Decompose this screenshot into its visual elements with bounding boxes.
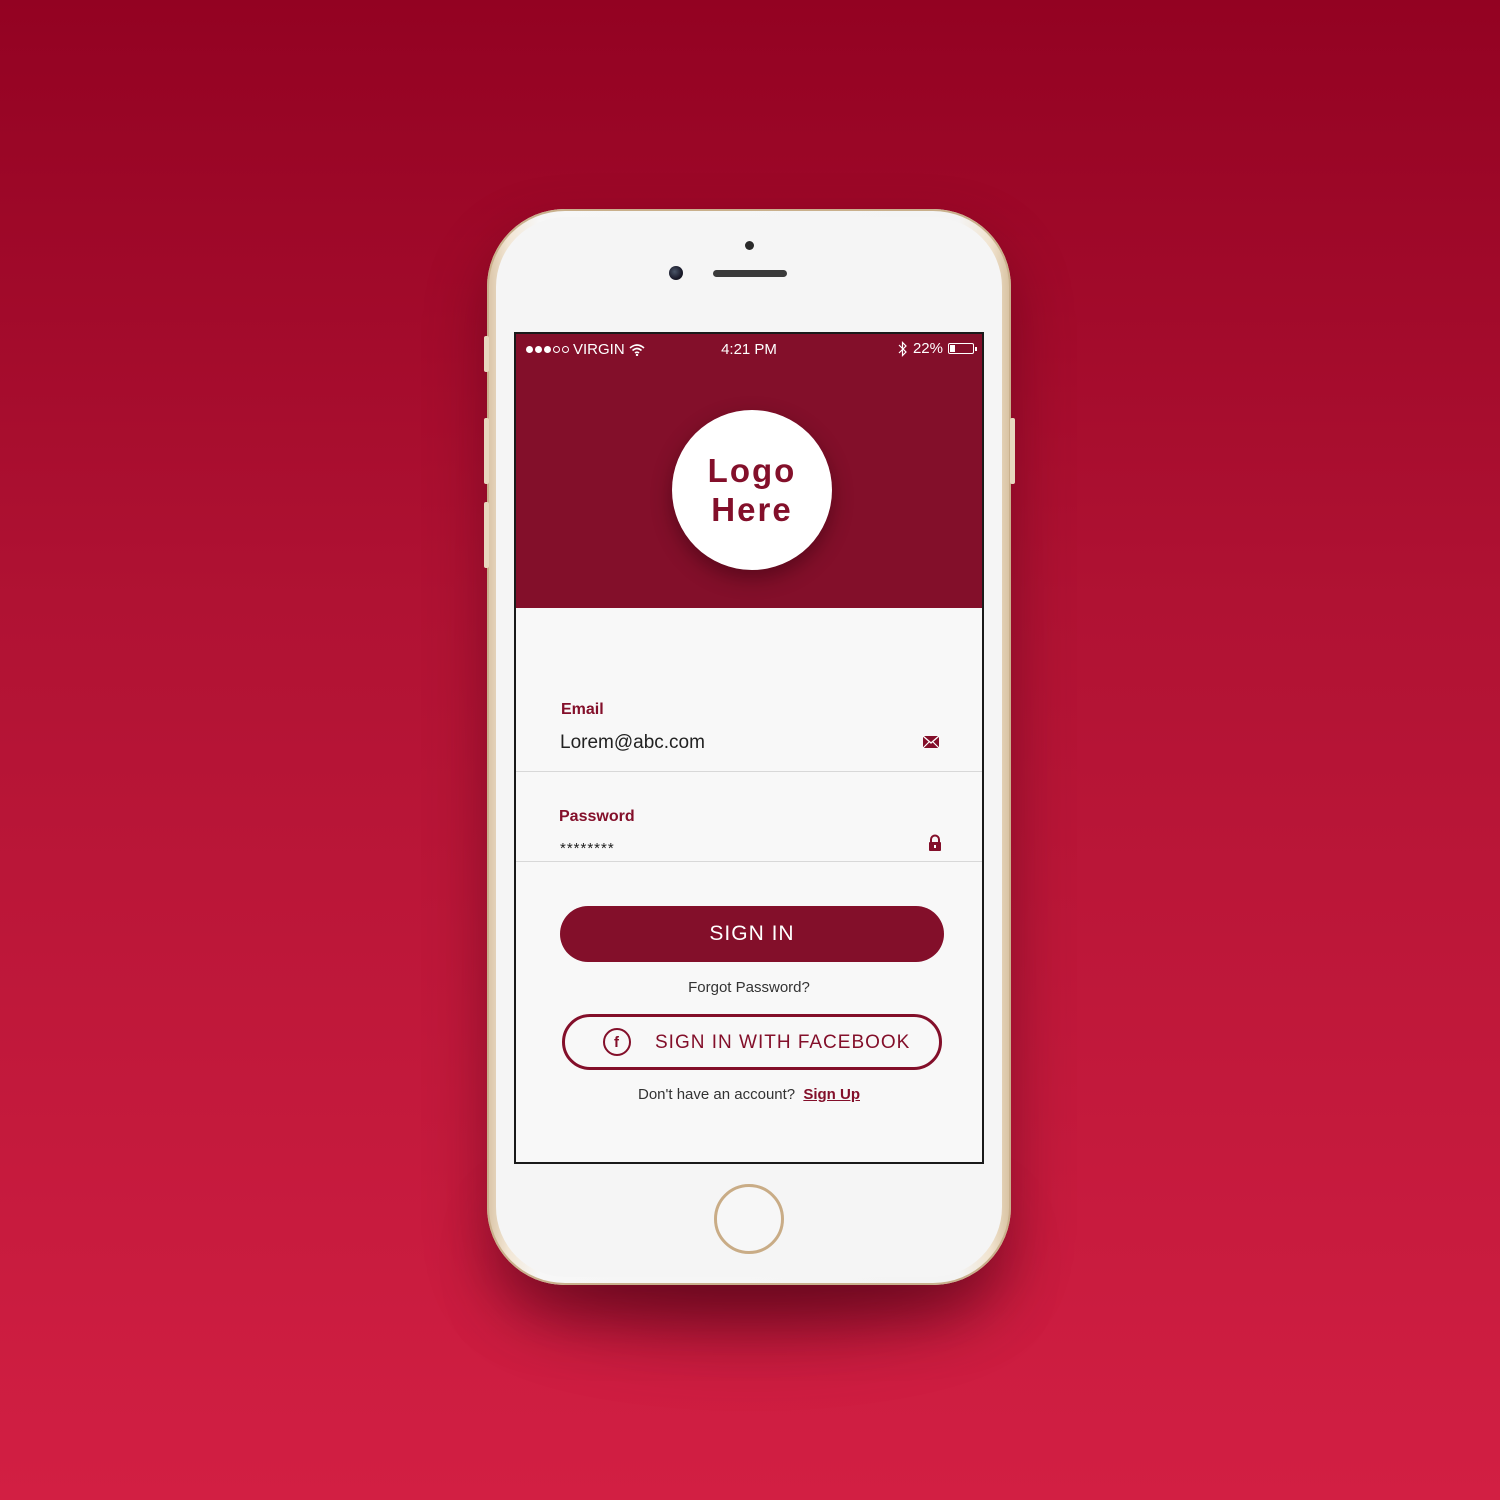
battery-fill <box>950 345 955 352</box>
facebook-icon: f <box>603 1028 631 1056</box>
bluetooth-icon <box>898 340 907 357</box>
facebook-button-label: SIGN IN WITH FACEBOOK <box>655 1032 911 1053</box>
proximity-sensor <box>745 241 754 250</box>
front-camera <box>669 266 683 280</box>
mute-switch <box>484 336 489 372</box>
sign-in-with-facebook-button[interactable]: f SIGN IN WITH FACEBOOK <box>562 1014 942 1070</box>
battery-percent: 22% <box>912 340 943 357</box>
email-label: Email <box>561 701 604 718</box>
logo-placeholder: Logo Here <box>672 410 832 570</box>
header-banner: VIRGIN 4:21 PM 22% Logo Here <box>516 334 982 608</box>
status-right: 22% <box>898 340 977 357</box>
power-button <box>1010 418 1015 484</box>
status-bar: VIRGIN 4:21 PM 22% <box>516 334 982 364</box>
earpiece-speaker <box>713 270 787 277</box>
forgot-password-link: Forgot Password? <box>516 979 982 996</box>
email-field[interactable]: Lorem@abc.com <box>560 732 705 754</box>
logo-text-line2: Here <box>711 491 793 528</box>
phone-screen: VIRGIN 4:21 PM 22% Logo Here Email Lorem… <box>514 332 984 1164</box>
volume-up-button <box>484 418 489 484</box>
sign-up-link[interactable]: Sign Up <box>803 1086 860 1103</box>
password-label: Password <box>559 808 635 825</box>
logo-text-line1: Logo <box>707 452 797 489</box>
battery-icon <box>948 343 977 354</box>
forgot-password-text[interactable]: Forgot Password? <box>688 979 810 996</box>
logo-text: Logo Here <box>692 451 812 529</box>
home-button[interactable] <box>714 1184 784 1254</box>
signup-line: Don't have an account? Sign Up <box>516 1086 982 1103</box>
sign-in-button[interactable]: SIGN IN <box>560 906 944 962</box>
facebook-icon-glyph: f <box>614 1033 620 1051</box>
lock-icon <box>929 834 941 851</box>
email-divider <box>516 771 982 772</box>
envelope-icon <box>922 735 940 749</box>
password-divider <box>516 861 982 862</box>
password-field[interactable]: ******** <box>560 840 615 857</box>
signup-prompt: Don't have an account? <box>638 1086 796 1103</box>
volume-down-button <box>484 502 489 568</box>
